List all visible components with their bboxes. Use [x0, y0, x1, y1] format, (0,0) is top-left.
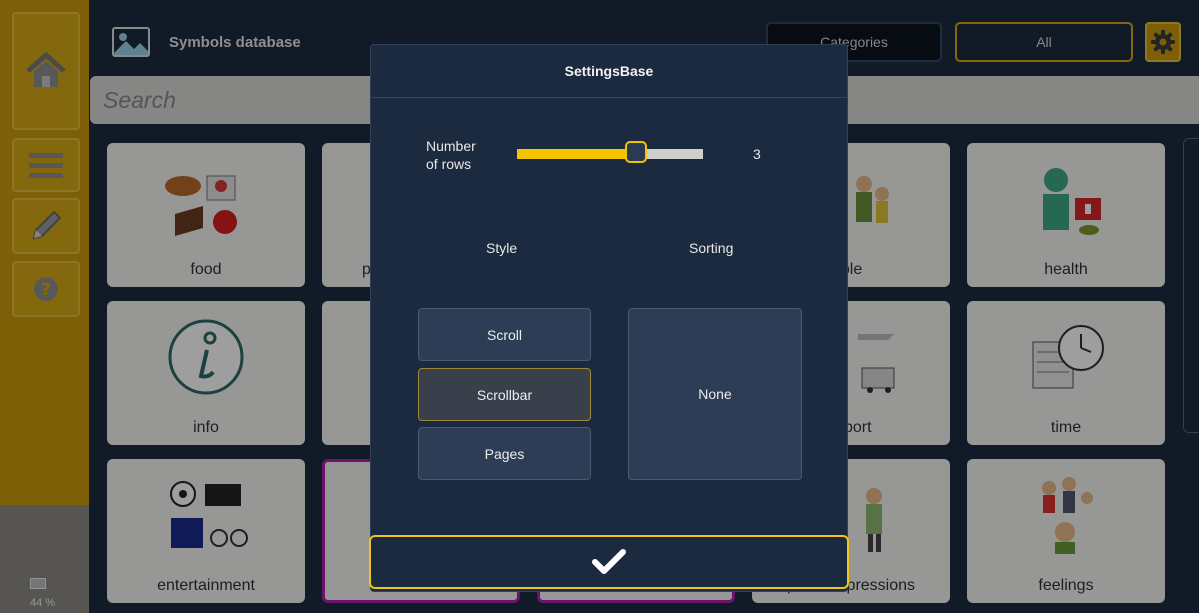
sorting-option-none[interactable]: None [628, 308, 802, 480]
rows-value: 3 [753, 146, 761, 162]
rows-slider[interactable] [517, 149, 703, 159]
confirm-button[interactable] [369, 535, 849, 589]
style-title: Style [486, 240, 518, 256]
checkmark-icon [592, 549, 626, 574]
rows-label: Number of rows [426, 137, 476, 173]
sorting-title: Sorting [689, 240, 734, 256]
rows-label-line: Number [426, 138, 476, 154]
style-option-pages[interactable]: Pages [418, 427, 591, 480]
rows-slider-fill [517, 149, 637, 159]
rows-label-line: of rows [426, 156, 472, 172]
style-option-scroll[interactable]: Scroll [418, 308, 591, 361]
settings-dialog: SettingsBase Number of rows 3 Style Sort… [370, 44, 848, 592]
app-window: ? 44 % Symbols database Categories All S… [0, 0, 1199, 613]
style-option-scrollbar[interactable]: Scrollbar [418, 368, 591, 421]
rows-slider-handle[interactable] [625, 141, 648, 163]
dialog-title: SettingsBase [371, 45, 847, 98]
